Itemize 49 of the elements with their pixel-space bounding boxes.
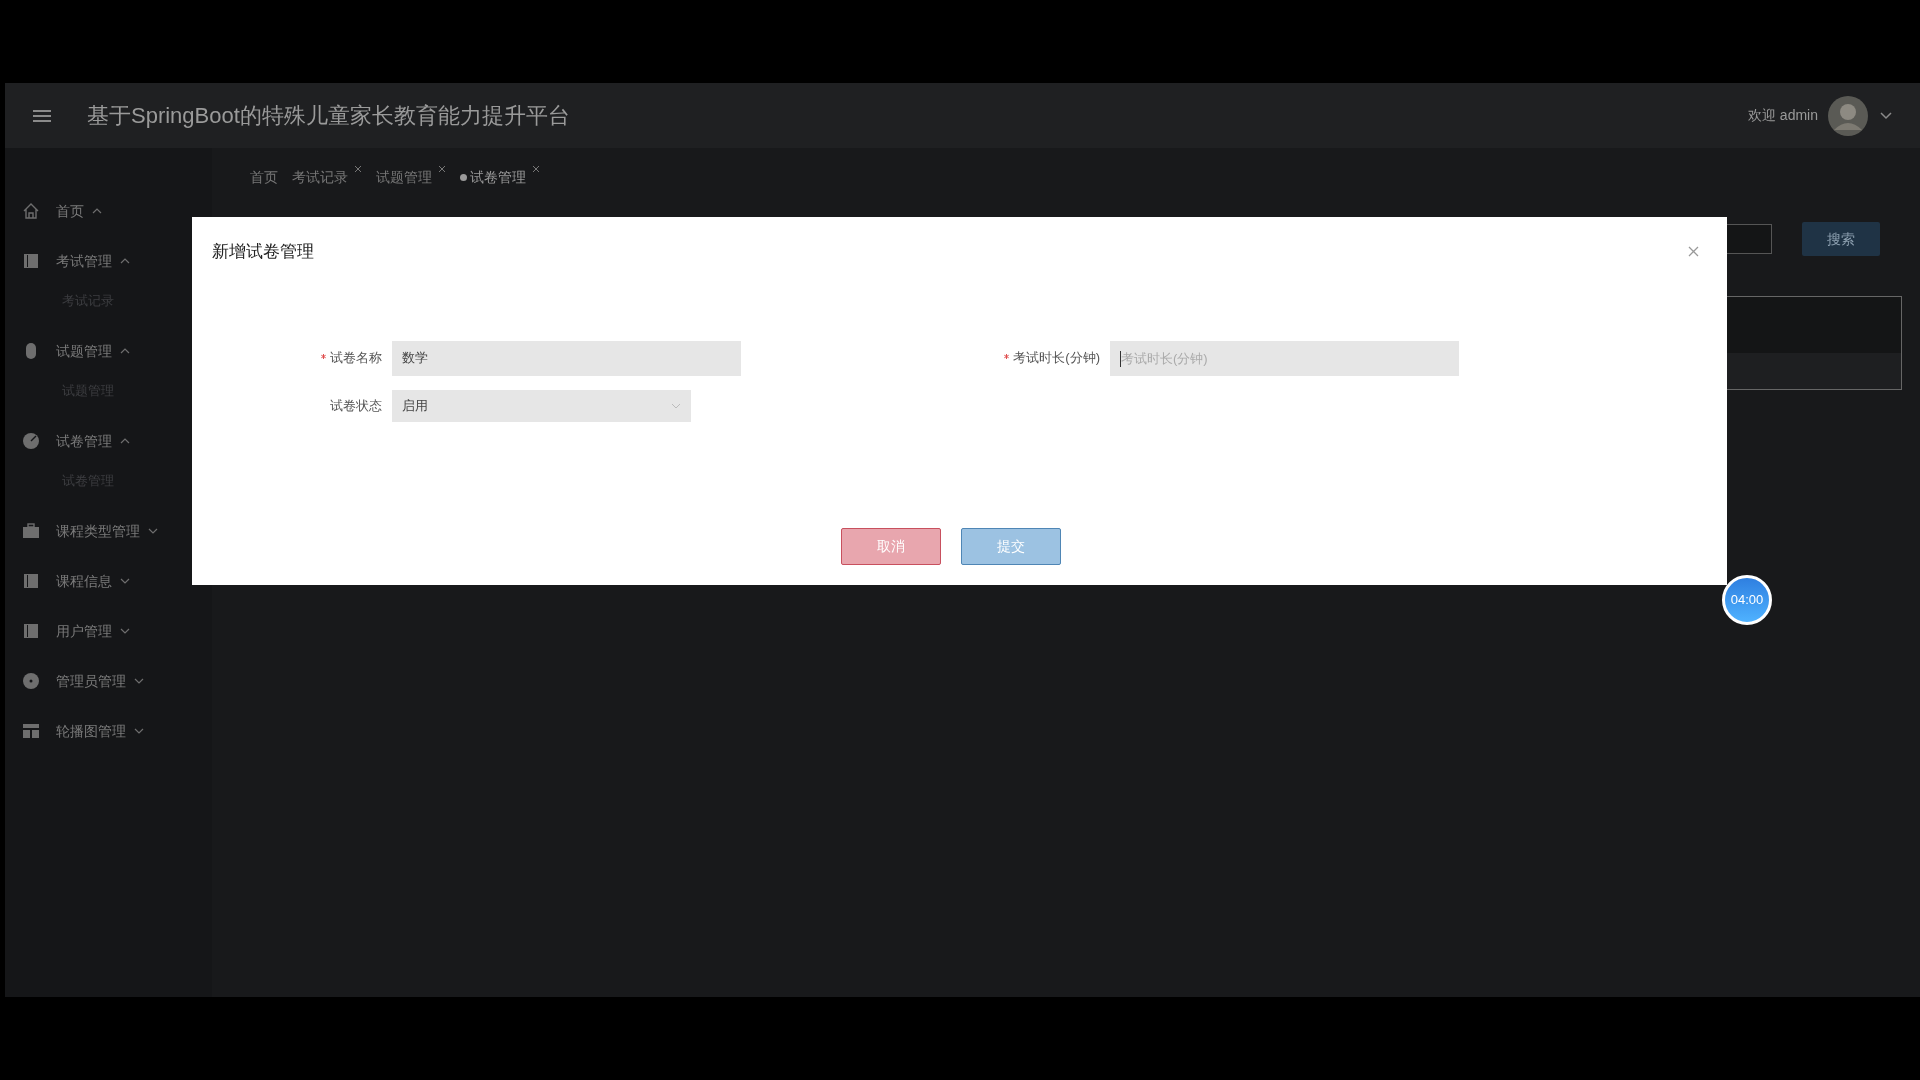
sidebar-item[interactable]: 课程信息 — [56, 570, 112, 592]
menu-item-icon — [22, 202, 40, 220]
dialog-title: 新增试卷管理 — [212, 241, 314, 263]
menu-item-icon — [22, 622, 40, 640]
sidebar-item[interactable]: 试卷管理 — [56, 430, 112, 452]
sidebar-item[interactable]: 考试管理 — [56, 250, 112, 272]
chevron-icon[interactable] — [92, 208, 102, 214]
menu-item-icon — [22, 572, 40, 590]
menu-item-icon — [22, 722, 40, 740]
chevron-icon[interactable] — [134, 678, 144, 684]
field-label: 试卷状态 — [330, 396, 382, 415]
input-field[interactable]: 数学 — [392, 340, 741, 376]
sidebar-item[interactable]: 用户管理 — [56, 620, 112, 642]
menu-item-icon — [22, 252, 40, 270]
chevron-icon[interactable] — [120, 578, 130, 584]
sidebar-item[interactable]: 轮播图管理 — [56, 720, 126, 742]
chevron-icon[interactable] — [120, 438, 130, 444]
menu-item-icon — [22, 522, 40, 540]
menu-icon[interactable] — [33, 107, 51, 124]
menu-item-icon — [22, 672, 40, 690]
app-title: 基于SpringBoot的特殊儿童家长教育能力提升平台 — [87, 102, 570, 130]
sidebar-item[interactable]: 首页 — [56, 200, 84, 222]
timer-badge: 04:00 — [1722, 575, 1772, 625]
avatar-icon[interactable] — [1828, 95, 1868, 136]
chevron-icon[interactable] — [120, 258, 130, 264]
search-button[interactable]: 搜索 — [1802, 222, 1880, 256]
field-label: 考试时长(分钟) — [1013, 349, 1100, 368]
chevron-icon[interactable] — [148, 528, 158, 534]
tab[interactable]: 考试记录 — [292, 167, 348, 188]
sidebar-item[interactable]: 管理员管理 — [56, 670, 126, 692]
close-icon[interactable] — [532, 165, 540, 173]
close-icon[interactable] — [438, 165, 446, 173]
close-icon[interactable] — [1688, 246, 1699, 258]
sidebar-item[interactable]: 课程类型管理 — [56, 520, 140, 542]
input-field[interactable]: 考试时长(分钟) — [1110, 340, 1459, 376]
caret-icon[interactable] — [1880, 111, 1892, 120]
welcome-text: 欢迎 admin — [1747, 106, 1818, 125]
menu-item-icon — [22, 432, 40, 450]
field-label: 试卷名称 — [330, 349, 382, 368]
close-icon[interactable] — [354, 165, 362, 173]
chevron-icon[interactable] — [120, 348, 130, 354]
tab[interactable]: 试卷管理 — [460, 167, 526, 188]
chevron-icon[interactable] — [134, 728, 144, 734]
tab[interactable]: 首页 — [250, 167, 278, 188]
chevron-icon[interactable] — [120, 628, 130, 634]
caret-icon — [671, 402, 681, 409]
status-select[interactable]: 启用 — [392, 389, 691, 422]
sidebar-item[interactable]: 试题管理 — [56, 340, 112, 362]
tab[interactable]: 试题管理 — [376, 167, 432, 188]
